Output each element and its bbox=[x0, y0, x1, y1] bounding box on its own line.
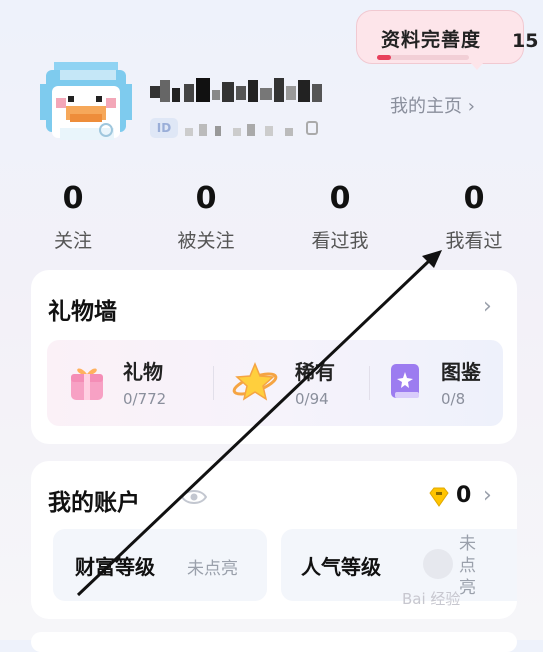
annotation-arrow-line bbox=[76, 258, 432, 597]
annotation-arrow bbox=[76, 250, 442, 597]
